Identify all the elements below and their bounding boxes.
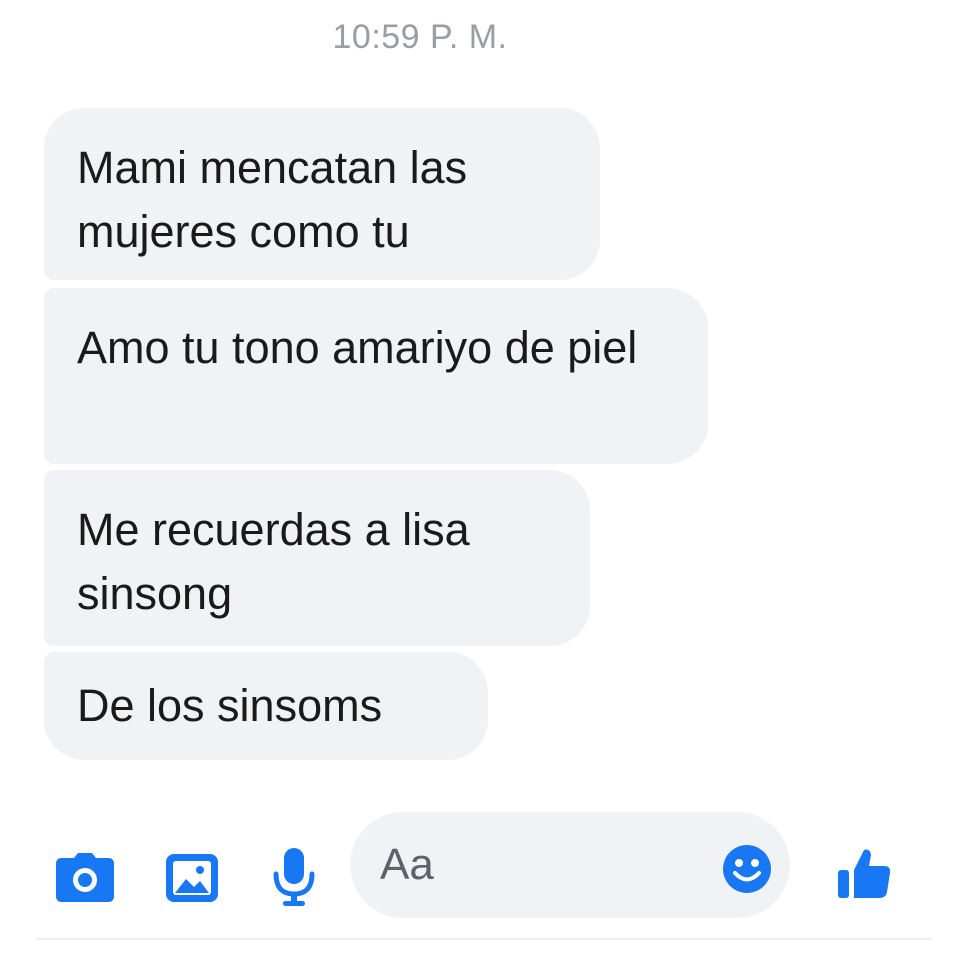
message-text: Amo tu tono amariyo de piel (77, 322, 638, 373)
message-bubble[interactable]: De los sinsoms (44, 652, 488, 760)
message-text: De los sinsoms (77, 680, 383, 731)
message-input-placeholder: Aa (380, 840, 434, 889)
gallery-icon[interactable] (164, 852, 220, 904)
message-bubble[interactable]: Mami mencatan las mujeres como tu (44, 108, 600, 280)
message-bubble[interactable]: Me recuerdas a lisa sinsong (44, 470, 590, 646)
divider (36, 938, 932, 940)
message-text: Mami mencatan las mujeres como tu (77, 142, 468, 257)
timestamp: 10:59 P. M. (332, 18, 508, 56)
message-text: Me recuerdas a lisa sinsong (77, 504, 470, 619)
thumbs-up-icon[interactable] (836, 846, 892, 900)
message-composer: Aa (0, 808, 966, 938)
message-input[interactable]: Aa (350, 812, 790, 918)
camera-icon[interactable] (54, 852, 116, 904)
microphone-icon[interactable] (272, 846, 316, 908)
emoji-icon[interactable] (722, 844, 772, 894)
message-bubble[interactable]: Amo tu tono amariyo de piel (44, 288, 708, 464)
message-thread: 10:59 P. M. Mami mencatan las mujeres co… (0, 0, 966, 790)
